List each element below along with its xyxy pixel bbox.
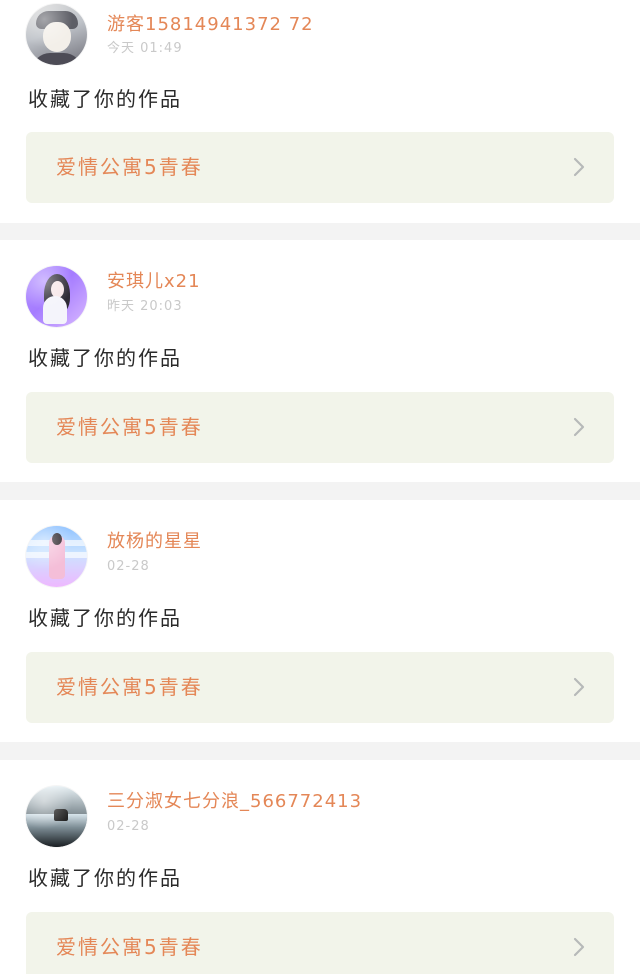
work-title: 爱情公寓5青春 xyxy=(56,675,203,699)
timestamp: 02-28 xyxy=(107,559,150,574)
timestamp: 02-28 xyxy=(107,819,150,834)
favorites-feed: 游客15814941372 72 今天 01:49 收藏了你的作品 爱情公寓5青… xyxy=(0,0,640,974)
work-title: 爱情公寓5青春 xyxy=(56,155,203,179)
chevron-right-icon xyxy=(566,412,592,442)
avatar[interactable] xyxy=(26,526,87,587)
user-name[interactable]: 三分淑女七分浪_566772413 xyxy=(107,791,362,813)
work-card[interactable]: 爱情公寓5青春 xyxy=(26,392,614,463)
work-card[interactable]: 爱情公寓5青春 xyxy=(26,132,614,203)
chevron-right-icon xyxy=(566,932,592,962)
work-title: 爱情公寓5青春 xyxy=(56,935,203,959)
avatar[interactable] xyxy=(26,786,87,847)
feed-item: 游客15814941372 72 今天 01:49 收藏了你的作品 爱情公寓5青… xyxy=(0,0,640,223)
action-text: 收藏了你的作品 xyxy=(28,866,182,890)
avatar[interactable] xyxy=(26,266,87,327)
work-title: 爱情公寓5青春 xyxy=(56,415,203,439)
chevron-right-icon xyxy=(566,672,592,702)
timestamp: 昨天 20:03 xyxy=(107,299,183,314)
avatar-shine xyxy=(26,526,87,587)
avatar-shine xyxy=(26,786,87,847)
feed-item: 三分淑女七分浪_566772413 02-28 收藏了你的作品 爱情公寓5青春 xyxy=(0,760,640,974)
work-card[interactable]: 爱情公寓5青春 xyxy=(26,912,614,974)
avatar-shine xyxy=(26,266,87,327)
user-name[interactable]: 安琪儿x21 xyxy=(107,271,201,293)
action-text: 收藏了你的作品 xyxy=(28,606,182,630)
chevron-right-icon xyxy=(566,152,592,182)
timestamp: 今天 01:49 xyxy=(107,41,183,56)
avatar-shine xyxy=(26,4,87,65)
action-text: 收藏了你的作品 xyxy=(28,87,182,111)
avatar[interactable] xyxy=(26,4,87,65)
work-card[interactable]: 爱情公寓5青春 xyxy=(26,652,614,723)
user-name[interactable]: 放杨的星星 xyxy=(107,531,202,553)
user-name[interactable]: 游客15814941372 72 xyxy=(107,14,314,36)
feed-item: 安琪儿x21 昨天 20:03 收藏了你的作品 爱情公寓5青春 xyxy=(0,240,640,482)
feed-item: 放杨的星星 02-28 收藏了你的作品 爱情公寓5青春 xyxy=(0,500,640,742)
action-text: 收藏了你的作品 xyxy=(28,346,182,370)
